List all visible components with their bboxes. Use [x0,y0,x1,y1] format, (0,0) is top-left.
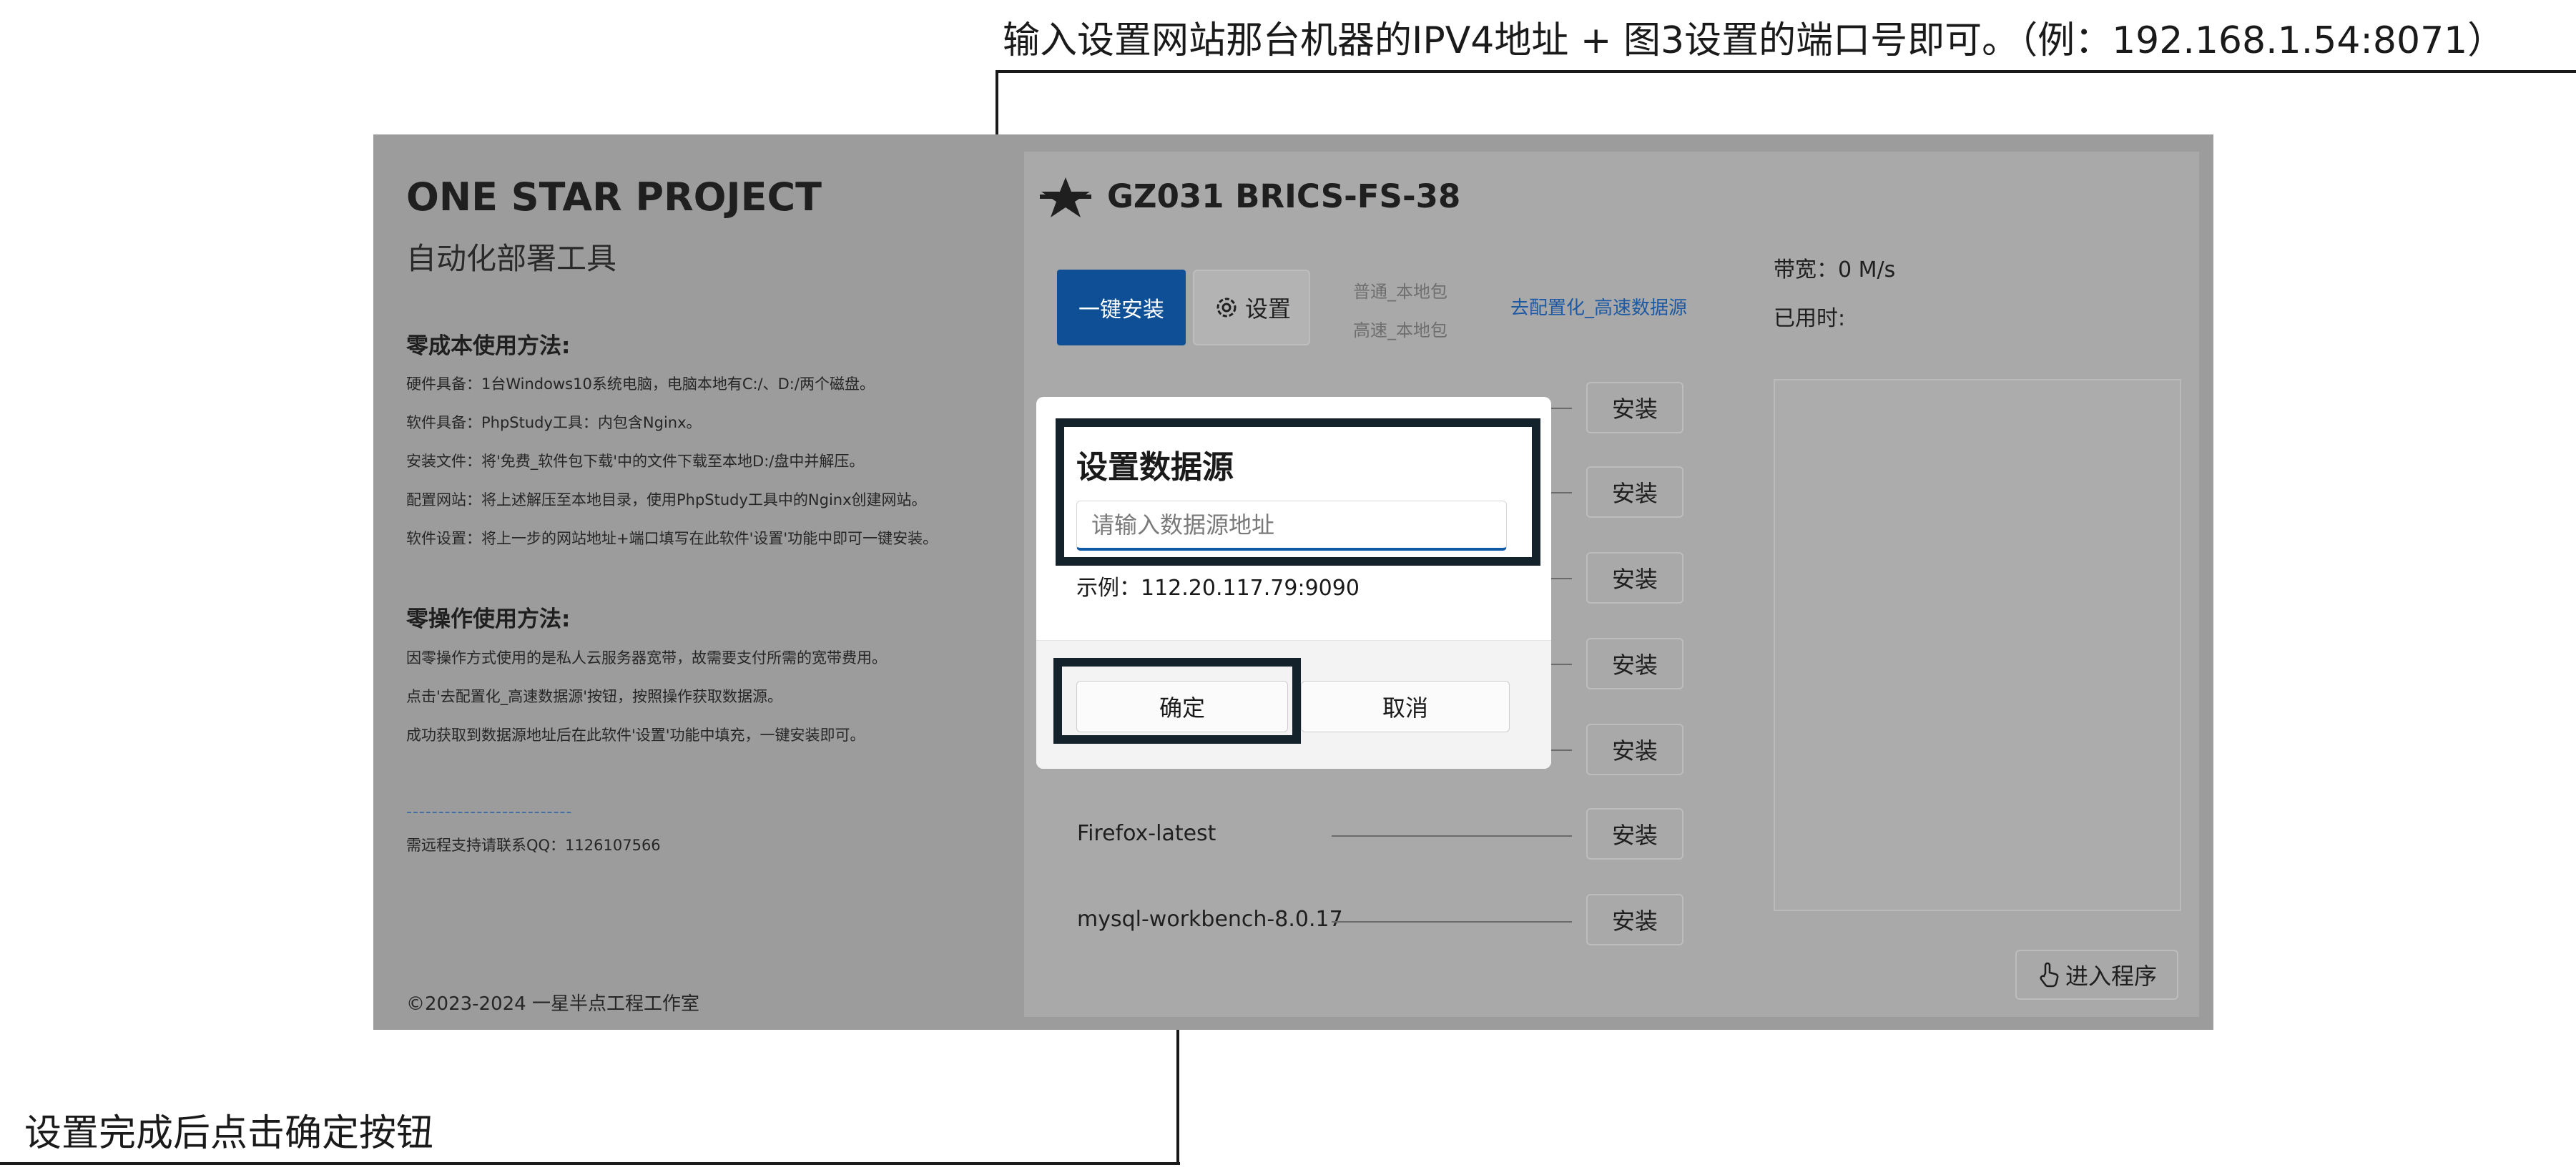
copyright: ©2023-2024 一星半点工程工作室 [406,993,699,1015]
settings-button[interactable]: 设置 [1193,270,1310,345]
zero-cost-line-5: 软件设置：将上一步的网站地址+端口填写在此软件'设置'功能中即可一键安装。 [406,530,938,547]
zero-cost-line-2: 软件具备：PhpStudy工具：内包含Nginx。 [406,414,702,431]
enter-program-button[interactable]: 进入程序 [2015,950,2178,1000]
app-title: ONE STAR PROJECT [406,174,822,220]
install-row-6-button[interactable]: 安装 [1586,808,1683,860]
enter-program-label: 进入程序 [2065,963,2157,990]
elapsed-time: 已用时: [1774,306,1846,331]
row-label-mysql-workbench: mysql-workbench-8.0.17 [1077,907,1343,932]
example-address: 示例：112.20.117.79:9090 [1076,576,1360,601]
fast-source-link[interactable]: 去配置化_高速数据源 [1510,293,1687,320]
install-row-4-button[interactable]: 安装 [1586,638,1683,689]
install-row-3-button[interactable]: 安装 [1586,552,1683,604]
bandwidth-readout: 带宽：0 M/s [1774,257,1896,282]
install-row-7-button[interactable]: 安装 [1586,894,1683,945]
gear-icon [1216,298,1237,318]
top-callout-underline [996,70,2576,73]
sidebar-divider: -------------------------- [406,803,573,821]
fast-local-package[interactable]: 高速_本地包 [1353,316,1447,341]
zero-op-line-3: 成功获取到数据源地址后在此软件'设置'功能中填充，一键安装即可。 [406,727,865,744]
zero-op-heading: 零操作使用方法: [406,606,571,632]
star-logo-icon [1040,177,1091,217]
confirm-highlight-frame [1053,658,1301,744]
row-label-firefox: Firefox-latest [1077,821,1216,846]
zero-cost-line-1: 硬件具备：1台Windows10系统电脑，电脑本地有C:/、D:/两个磁盘。 [406,375,875,393]
top-callout-text: 输入设置网站那台机器的IPV4地址 + 图3设置的端口号即可。（例：192.16… [1003,19,2505,62]
zero-cost-heading: 零成本使用方法: [406,333,571,359]
install-row-1-button[interactable]: 安装 [1586,382,1683,433]
log-output-box [1774,379,2181,911]
install-row-2-button[interactable]: 安装 [1586,466,1683,518]
bottom-callout-text: 设置完成后点击确定按钮 [24,1112,434,1155]
row-separator [1332,921,1572,923]
app-subtitle: 自动化部署工具 [406,241,617,276]
settings-button-label: 设置 [1244,295,1291,323]
one-click-install-button[interactable]: 一键安装 [1057,270,1186,345]
install-row-5-button[interactable]: 安装 [1586,724,1683,775]
row-separator [1332,835,1572,837]
input-highlight-frame [1056,418,1540,566]
normal-local-package[interactable]: 普通_本地包 [1353,277,1447,303]
project-name: GZ031 BRICS-FS-38 [1107,177,1461,215]
hand-pointer-icon [2040,962,2059,988]
zero-op-line-2: 点击'去配置化_高速数据源'按钮，按照操作获取数据源。 [406,688,783,705]
bottom-callout-underline [0,1162,1180,1165]
zero-cost-line-3: 安装文件：将'免费_软件包下载'中的文件下载至本地D:/盘中并解压。 [406,453,865,470]
cancel-button[interactable]: 取消 [1301,681,1510,732]
contact-qq: 需远程支持请联系QQ：1126107566 [406,837,661,854]
zero-cost-line-4: 配置网站：将上述解压至本地目录，使用PhpStudy工具中的Nginx创建网站。 [406,491,927,508]
zero-op-line-1: 因零操作方式使用的是私人云服务器宽带，故需要支付所需的宽带费用。 [406,649,887,667]
